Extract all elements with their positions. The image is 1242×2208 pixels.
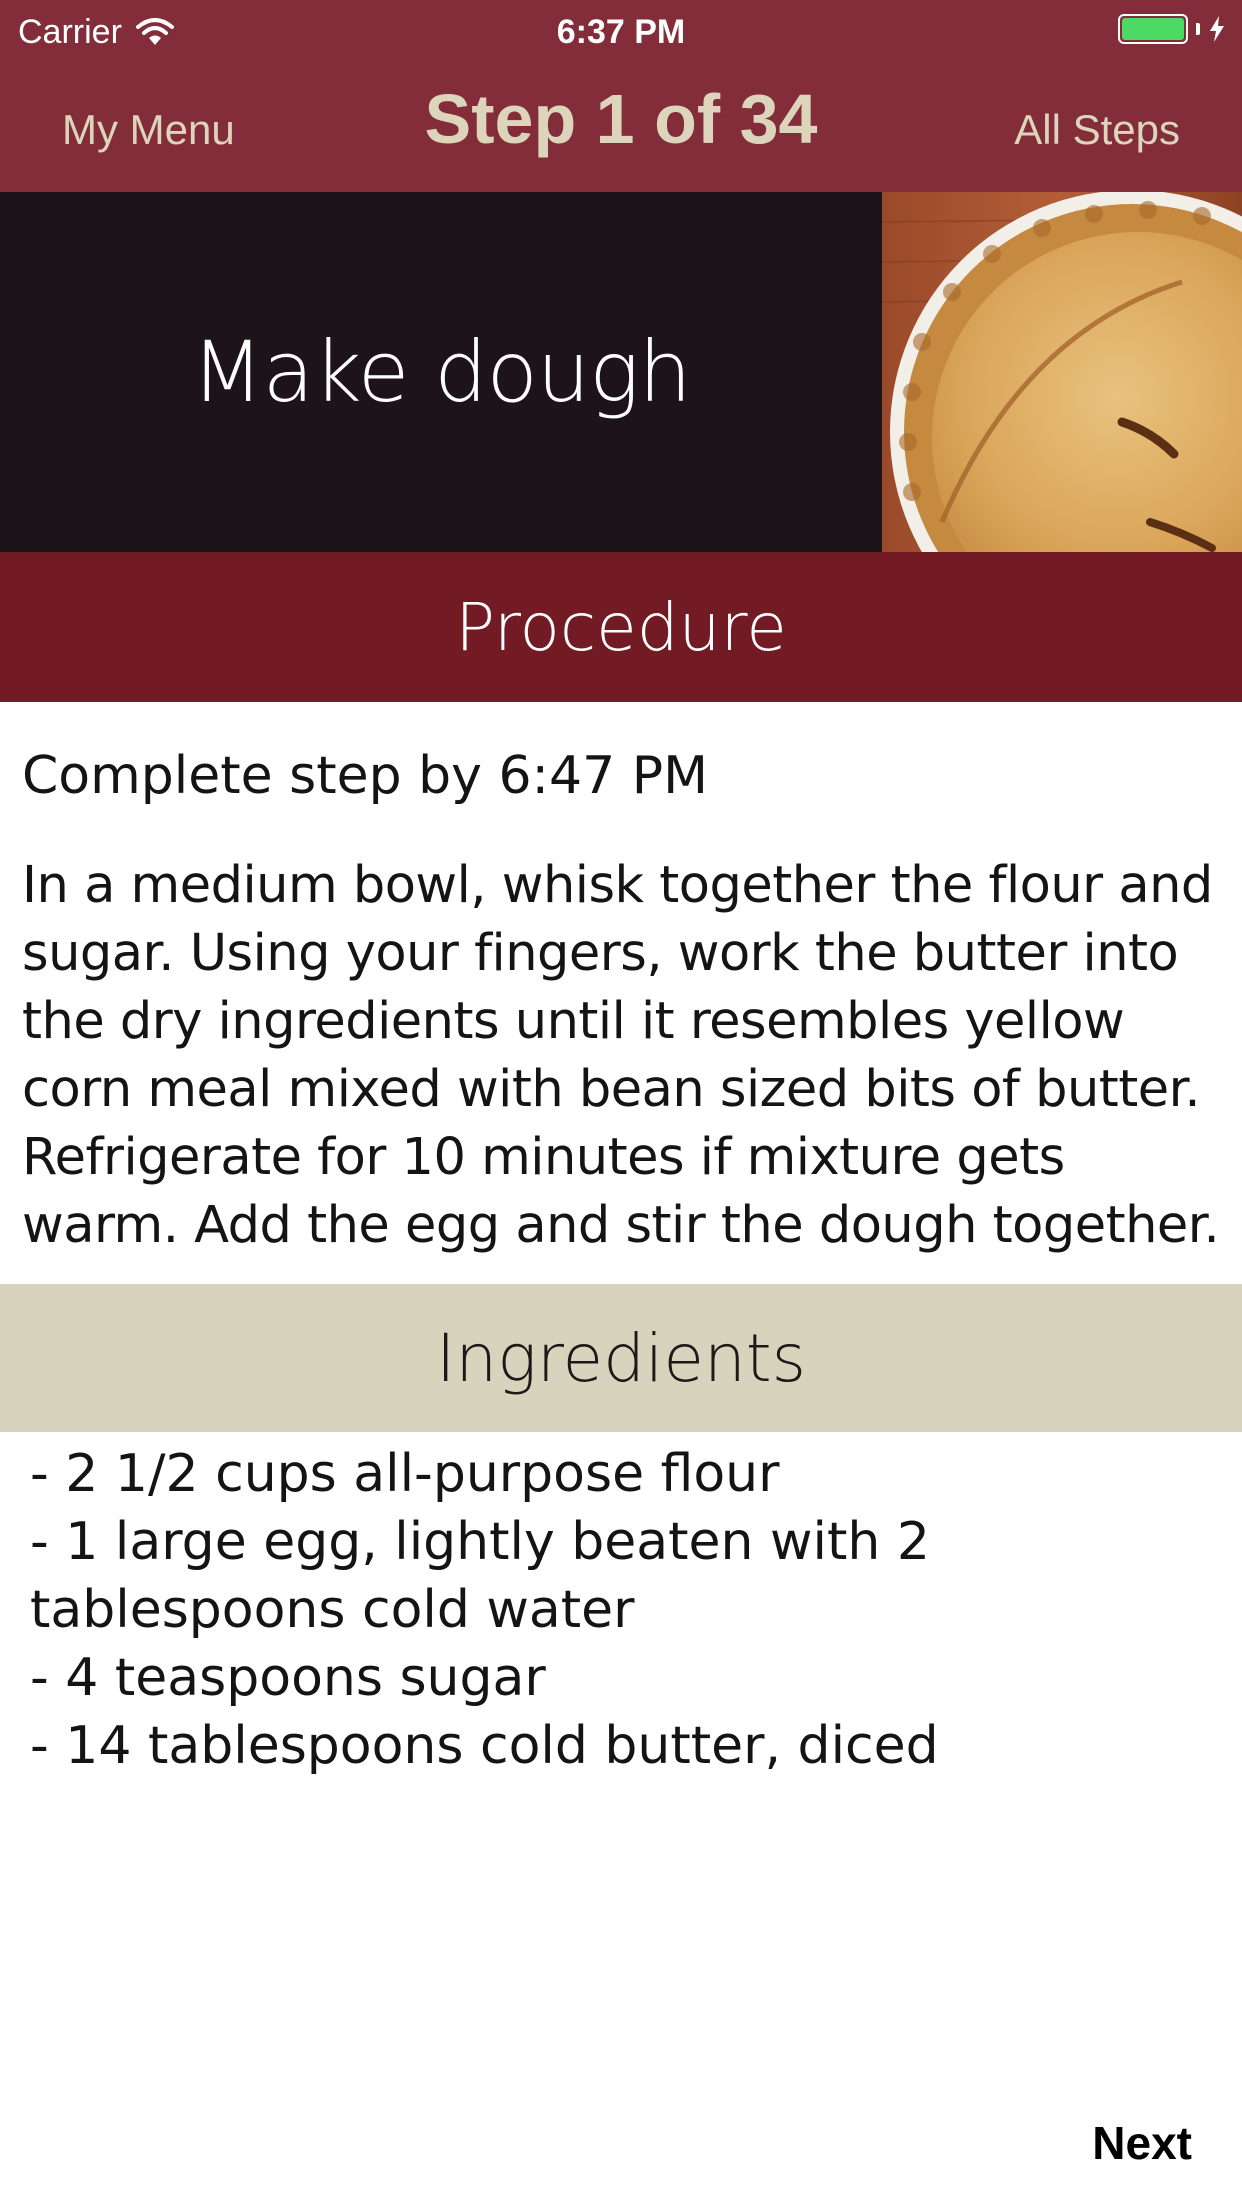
top-bar: Carrier 6:37 PM My Menu Step 1 of 34 All… bbox=[0, 0, 1242, 192]
my-menu-button[interactable]: My Menu bbox=[62, 98, 235, 162]
status-time: 6:37 PM bbox=[556, 13, 686, 51]
wifi-icon bbox=[135, 17, 174, 47]
step-deadline: Complete step by 6:47 PM bbox=[22, 746, 708, 806]
ingredient-item: - 2 1/2 cups all-purpose flour bbox=[30, 1444, 780, 1504]
battery-icon bbox=[1118, 14, 1188, 44]
battery-tip bbox=[1196, 23, 1200, 35]
ingredient-item: - 14 tablespoons cold butter, diced bbox=[30, 1716, 939, 1776]
battery-level bbox=[1122, 18, 1184, 40]
pie-photo bbox=[882, 192, 1242, 552]
ingredient-list: - 2 1/2 cups all-purpose flour - 1 large… bbox=[30, 1440, 1210, 1780]
procedure-text: In a medium bowl, whisk together the flo… bbox=[22, 856, 1220, 1255]
all-steps-button[interactable]: All Steps bbox=[1014, 98, 1180, 162]
step-header: Make dough bbox=[0, 192, 1242, 552]
ingredients-header: Ingredients bbox=[0, 1284, 1242, 1432]
ingredient-item: - 1 large egg, lightly beaten with 2 tab… bbox=[30, 1512, 930, 1640]
step-title: Make dough bbox=[191, 323, 692, 421]
ingredient-item: - 4 teaspoons sugar bbox=[30, 1648, 546, 1708]
carrier-label: Carrier bbox=[18, 12, 122, 51]
next-button[interactable]: Next bbox=[1092, 2108, 1192, 2178]
battery-indicator bbox=[1118, 14, 1226, 44]
bolt-icon bbox=[1208, 15, 1226, 43]
procedure-header: Procedure bbox=[0, 552, 1242, 702]
status-carrier: Carrier bbox=[18, 8, 174, 56]
